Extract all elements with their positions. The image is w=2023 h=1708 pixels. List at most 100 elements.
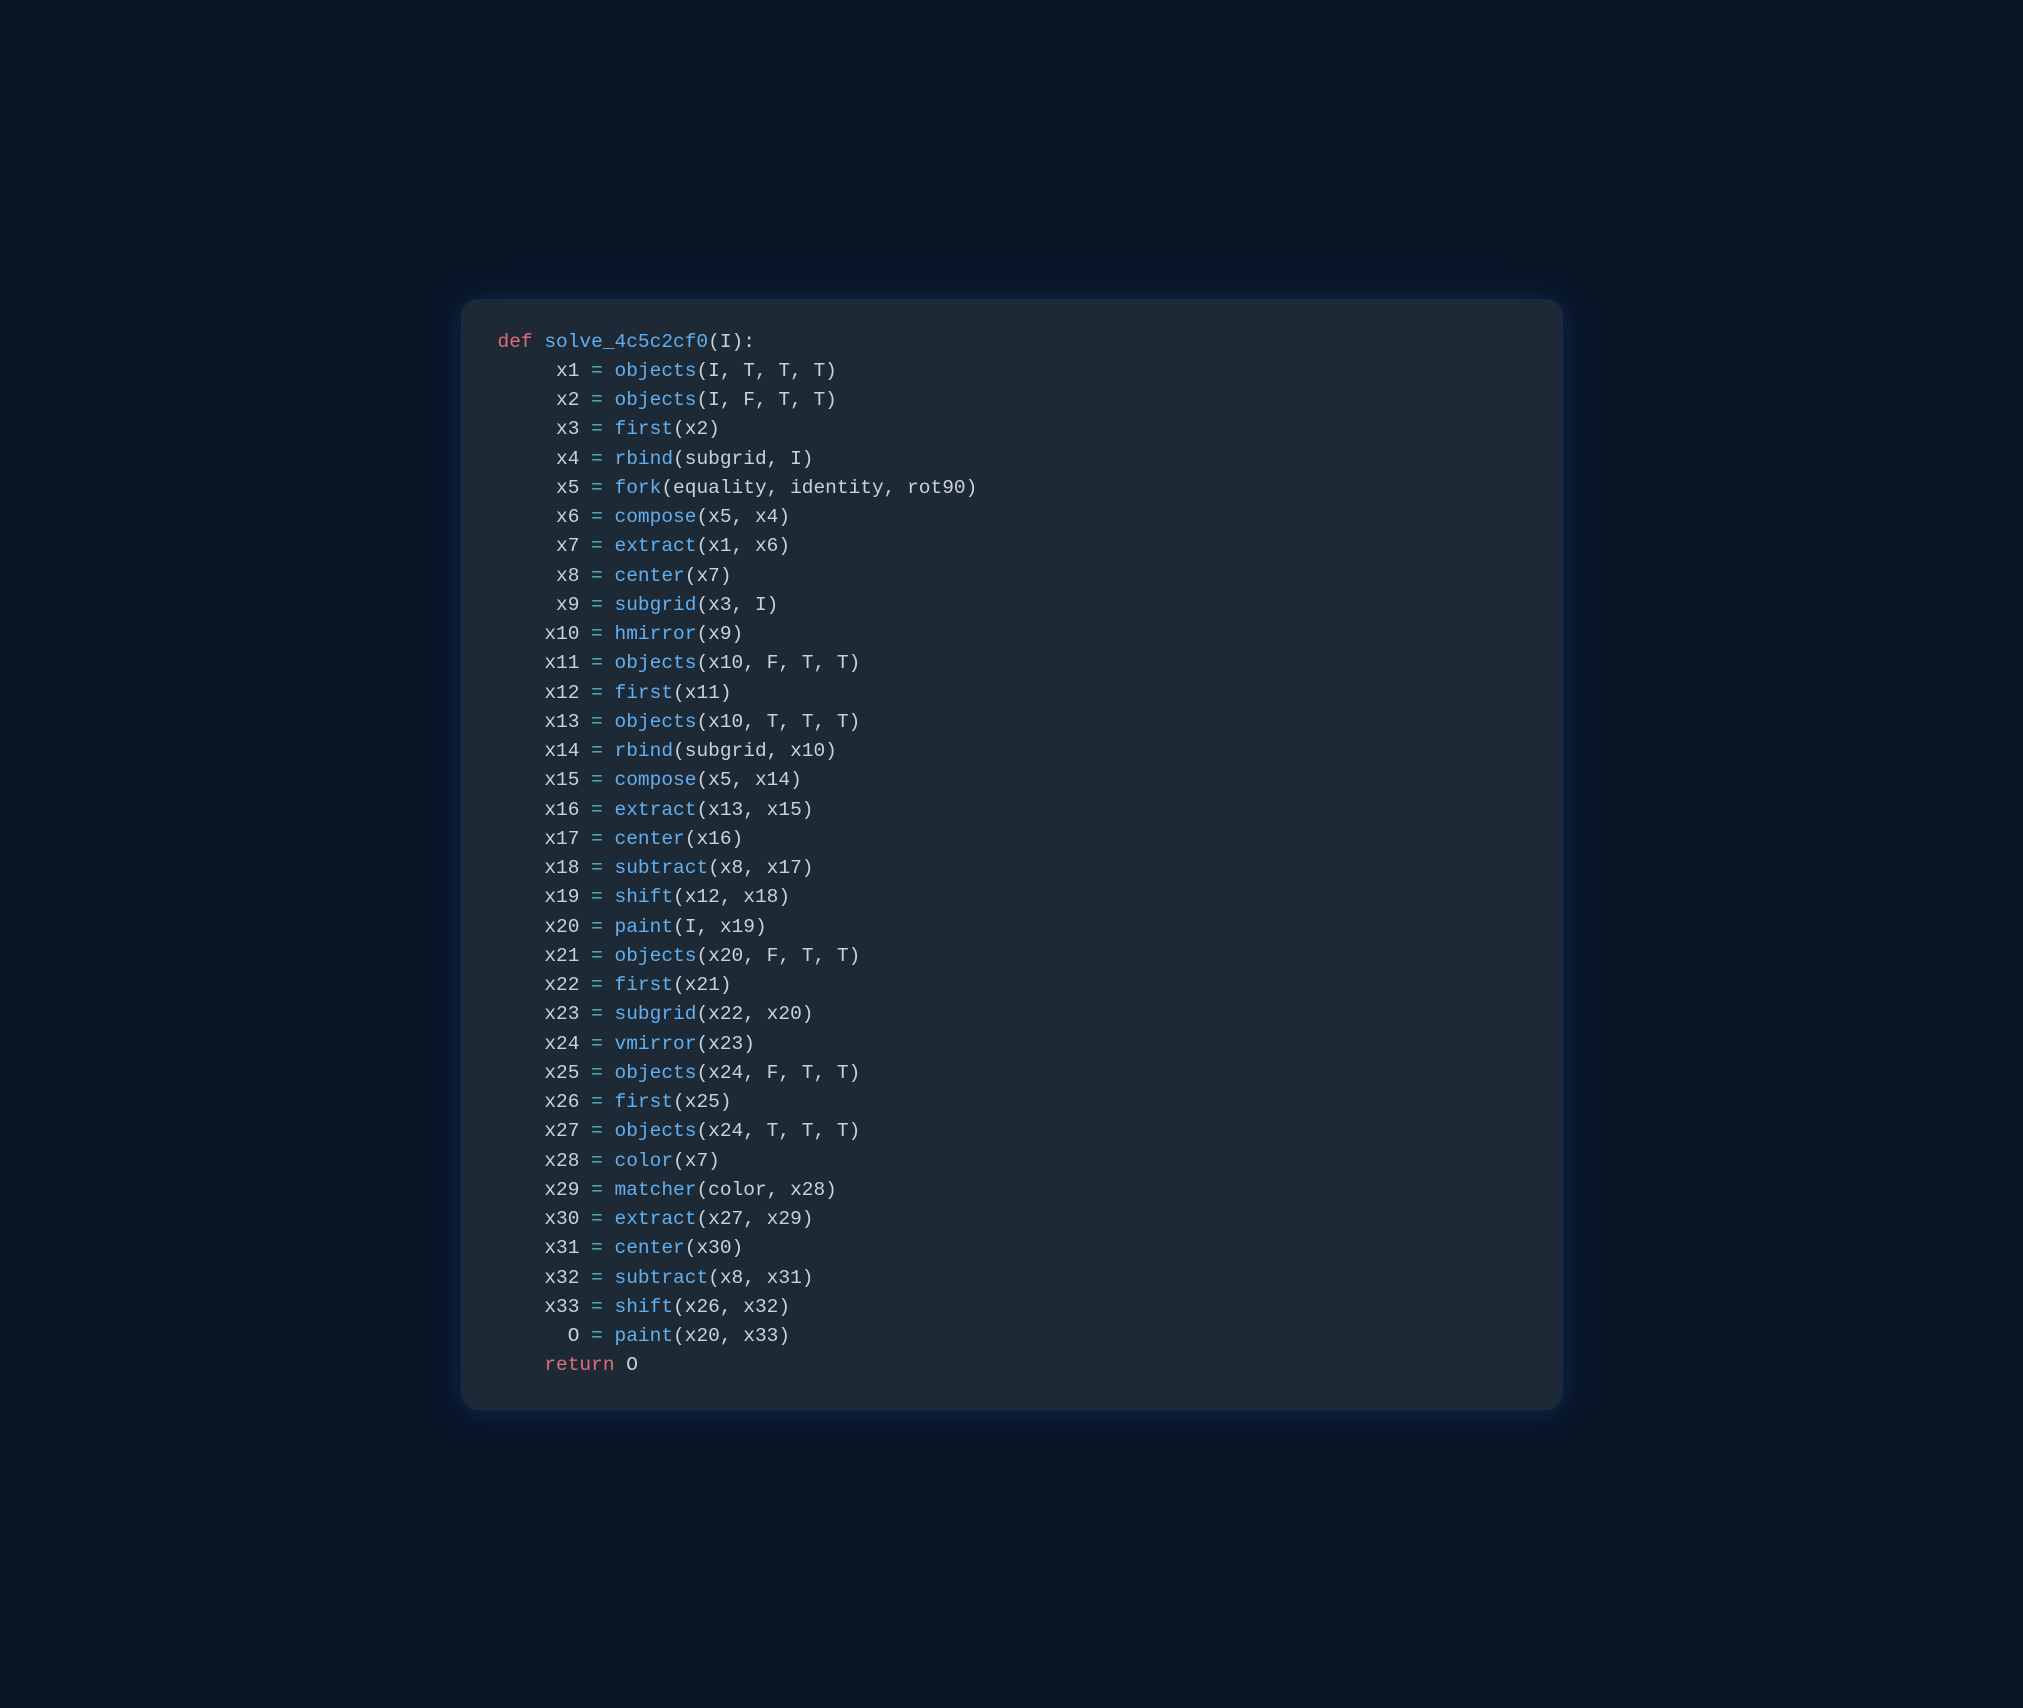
assign-lhs: x19 <box>544 886 579 908</box>
call-fn: compose <box>615 506 697 528</box>
assign-lhs: O <box>568 1325 580 1347</box>
keyword-return: return <box>544 1354 614 1376</box>
assign-lhs: x12 <box>544 682 579 704</box>
code-block: def solve_4c5c2cf0(I): x1 = objects(I, T… <box>462 300 1562 1409</box>
call-fn: extract <box>615 535 697 557</box>
assign-lhs: x16 <box>544 799 579 821</box>
equals-operator: = <box>591 1120 603 1142</box>
call-args: (x9) <box>696 623 743 645</box>
assign-lhs: x22 <box>544 974 579 996</box>
call-fn: subgrid <box>615 594 697 616</box>
call-args: (x1, x6) <box>696 535 790 557</box>
assign-lhs: x8 <box>556 565 579 587</box>
assign-lhs: x6 <box>556 506 579 528</box>
assign-lhs: x20 <box>544 916 579 938</box>
call-args: (x22, x20) <box>696 1003 813 1025</box>
equals-operator: = <box>591 886 603 908</box>
call-fn: objects <box>615 389 697 411</box>
assign-lhs: x25 <box>544 1062 579 1084</box>
assign-lhs: x5 <box>556 477 579 499</box>
call-fn: first <box>615 418 674 440</box>
return-value: O <box>626 1354 638 1376</box>
equals-operator: = <box>591 945 603 967</box>
equals-operator: = <box>591 1179 603 1201</box>
call-args: (I, F, T, T) <box>696 389 836 411</box>
assign-lhs: x29 <box>544 1179 579 1201</box>
assign-lhs: x32 <box>544 1267 579 1289</box>
call-args: (x8, x17) <box>708 857 813 879</box>
equals-operator: = <box>591 769 603 791</box>
call-args: (x2) <box>673 418 720 440</box>
equals-operator: = <box>591 740 603 762</box>
equals-operator: = <box>591 389 603 411</box>
assign-lhs: x21 <box>544 945 579 967</box>
equals-operator: = <box>591 711 603 733</box>
call-args: (subgrid, x10) <box>673 740 837 762</box>
assign-lhs: x33 <box>544 1296 579 1318</box>
assign-lhs: x9 <box>556 594 579 616</box>
equals-operator: = <box>591 1208 603 1230</box>
call-args: (x13, x15) <box>696 799 813 821</box>
call-fn: color <box>615 1150 674 1172</box>
equals-operator: = <box>591 448 603 470</box>
equals-operator: = <box>591 1003 603 1025</box>
call-fn: first <box>615 974 674 996</box>
call-args: (subgrid, I) <box>673 448 813 470</box>
equals-operator: = <box>591 974 603 996</box>
equals-operator: = <box>591 565 603 587</box>
assign-lhs: x3 <box>556 418 579 440</box>
call-args: (I, T, T, T) <box>696 360 836 382</box>
equals-operator: = <box>591 1033 603 1055</box>
assign-lhs: x30 <box>544 1208 579 1230</box>
equals-operator: = <box>591 1237 603 1259</box>
assign-lhs: x23 <box>544 1003 579 1025</box>
call-args: (x8, x31) <box>708 1267 813 1289</box>
call-fn: objects <box>615 1062 697 1084</box>
call-args: (I, x19) <box>673 916 767 938</box>
call-fn: paint <box>615 1325 674 1347</box>
call-fn: matcher <box>615 1179 697 1201</box>
assign-lhs: x24 <box>544 1033 579 1055</box>
call-fn: objects <box>615 1120 697 1142</box>
call-fn: extract <box>615 799 697 821</box>
assign-lhs: x2 <box>556 389 579 411</box>
call-fn: first <box>615 682 674 704</box>
call-args: (x25) <box>673 1091 732 1113</box>
assign-lhs: x31 <box>544 1237 579 1259</box>
call-fn: rbind <box>615 740 674 762</box>
call-fn: objects <box>615 945 697 967</box>
equals-operator: = <box>591 477 603 499</box>
call-fn: objects <box>615 360 697 382</box>
call-args: (x5, x14) <box>696 769 801 791</box>
call-args: (x10, F, T, T) <box>696 652 860 674</box>
assign-lhs: x4 <box>556 448 579 470</box>
assign-lhs: x18 <box>544 857 579 879</box>
call-fn: subtract <box>615 857 709 879</box>
call-fn: subtract <box>615 1267 709 1289</box>
call-fn: center <box>615 565 685 587</box>
call-args: (x11) <box>673 682 732 704</box>
equals-operator: = <box>591 506 603 528</box>
equals-operator: = <box>591 1062 603 1084</box>
equals-operator: = <box>591 682 603 704</box>
equals-operator: = <box>591 1267 603 1289</box>
call-fn: subgrid <box>615 1003 697 1025</box>
equals-operator: = <box>591 1325 603 1347</box>
equals-operator: = <box>591 535 603 557</box>
call-args: (x12, x18) <box>673 886 790 908</box>
equals-operator: = <box>591 799 603 821</box>
assign-lhs: x10 <box>544 623 579 645</box>
call-fn: center <box>615 828 685 850</box>
keyword-def: def <box>498 331 533 353</box>
call-fn: first <box>615 1091 674 1113</box>
call-args: (x10, T, T, T) <box>696 711 860 733</box>
assign-lhs: x17 <box>544 828 579 850</box>
assign-lhs: x28 <box>544 1150 579 1172</box>
call-args: (x21) <box>673 974 732 996</box>
function-name: solve_4c5c2cf0 <box>544 331 708 353</box>
equals-operator: = <box>591 594 603 616</box>
assign-lhs: x11 <box>544 652 579 674</box>
equals-operator: = <box>591 828 603 850</box>
call-fn: objects <box>615 652 697 674</box>
call-args: (x7) <box>673 1150 720 1172</box>
